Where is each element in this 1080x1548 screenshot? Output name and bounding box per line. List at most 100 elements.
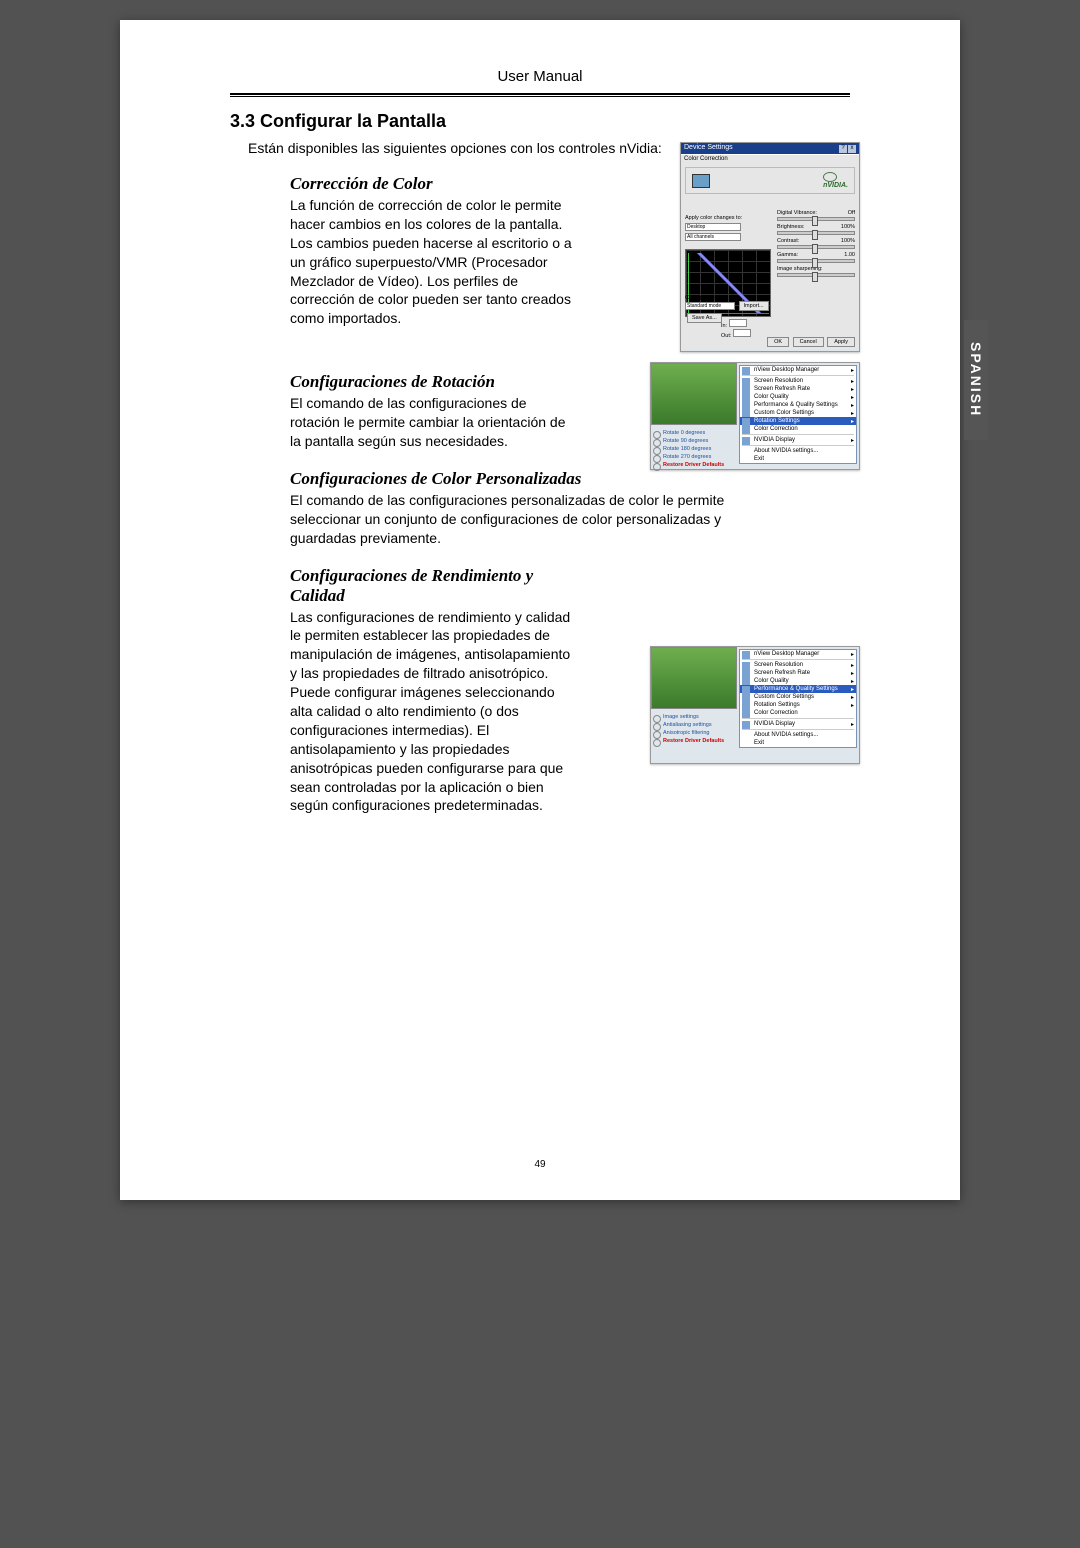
menu-item[interactable]: Exit	[740, 455, 856, 463]
menu-item[interactable]: Rotation Settings▸	[740, 701, 856, 709]
page-number: 49	[120, 1159, 960, 1170]
cancel-button[interactable]: Cancel	[793, 337, 824, 347]
menu-item[interactable]: Performance & Quality Settings▸	[740, 401, 856, 409]
profile-select[interactable]: Standard mode	[685, 302, 735, 310]
out-label: Out:	[721, 333, 731, 339]
apply-button[interactable]: Apply	[827, 337, 855, 347]
sharpen-slider[interactable]	[777, 273, 855, 277]
menu-item[interactable]: nView Desktop Manager▸	[740, 650, 856, 658]
dialog-footer-buttons: OK Cancel Apply	[765, 337, 855, 347]
dialog-tab[interactable]: Color Correction	[681, 154, 859, 163]
list-item[interactable]: Rotate 0 degrees	[653, 429, 739, 437]
ok-button[interactable]: OK	[767, 337, 789, 347]
contrast-slider[interactable]	[777, 245, 855, 249]
figure-perf-quality-menu: Image settings Antialiasing settings Ani…	[650, 646, 860, 764]
block-perf-quality: Configuraciones de Rendimiento y Calidad…	[290, 566, 850, 816]
desktop-preview	[651, 647, 737, 709]
menu-icon	[742, 710, 750, 718]
block-color-correction: Corrección de Color La función de correc…	[290, 174, 850, 328]
dialog-title-text: Device Settings	[684, 144, 733, 153]
header-rule	[230, 93, 850, 97]
list-item[interactable]: Anisotropic filtering	[653, 729, 739, 737]
manual-page: User Manual 3.3 Configurar la Pantalla E…	[120, 20, 960, 1200]
list-item-restore[interactable]: Restore Driver Defaults	[653, 737, 739, 745]
gamma-label: Gamma:	[777, 252, 798, 258]
figure-device-settings-dialog: Device Settings ?x Color Correction nVID…	[680, 142, 860, 352]
menu-item[interactable]: NVIDIA Display▸	[740, 720, 856, 728]
save-as-button[interactable]: Save As...	[687, 313, 722, 323]
body-color-correction: La función de corrección de color le per…	[290, 196, 580, 328]
gamma-slider[interactable]	[777, 259, 855, 263]
brightness-label: Brightness:	[777, 224, 805, 230]
apply-target-select[interactable]: Desktop	[685, 223, 741, 231]
menu-item[interactable]: Color Correction	[740, 709, 856, 717]
menu-item[interactable]: About NVIDIA settings...	[740, 731, 856, 739]
dialog-body: nVIDIA. Apply color changes to: Desktop …	[681, 163, 859, 349]
list-item[interactable]: Rotate 270 degrees	[653, 453, 739, 461]
menu-item[interactable]: Custom Color Settings▸	[740, 409, 856, 417]
menu-item[interactable]: Screen Resolution▸	[740, 661, 856, 669]
import-button[interactable]: Import...	[739, 301, 769, 311]
dialog-sliders: Digital Vibrance: Off Brightness: 100% C…	[777, 207, 855, 280]
dv-value: Off	[848, 210, 855, 216]
menu-item-highlighted[interactable]: Rotation Settings▸	[740, 417, 856, 425]
menu-icon	[742, 426, 750, 434]
block-custom-color: Configuraciones de Color Personalizadas …	[290, 469, 850, 548]
menu-item[interactable]: Screen Refresh Rate▸	[740, 669, 856, 677]
context-menu-perf: nView Desktop Manager▸ Screen Resolution…	[739, 649, 857, 748]
window-buttons: ?x	[838, 144, 856, 153]
channel-select[interactable]: All channels	[685, 233, 741, 241]
menu-item[interactable]: Screen Refresh Rate▸	[740, 385, 856, 393]
section-title: 3.3 Configurar la Pantalla	[230, 111, 850, 132]
close-icon[interactable]: x	[848, 145, 856, 153]
profile-label: Color profile:	[685, 295, 716, 301]
list-item[interactable]: Antialiasing settings	[653, 721, 739, 729]
menu-item[interactable]: About NVIDIA settings...	[740, 447, 856, 455]
gamma-value: 1.00	[844, 252, 855, 258]
rotation-side-list: Rotate 0 degrees Rotate 90 degrees Rotat…	[653, 429, 739, 469]
contrast-value: 100%	[841, 238, 855, 244]
perf-side-list: Image settings Antialiasing settings Ani…	[653, 713, 739, 745]
menu-icon	[742, 651, 750, 659]
menu-icon	[742, 437, 750, 445]
menu-icon	[742, 721, 750, 729]
menu-item[interactable]: Color Quality▸	[740, 677, 856, 685]
context-menu-rotation: nView Desktop Manager▸ Screen Resolution…	[739, 365, 857, 464]
contrast-label: Contrast:	[777, 238, 799, 244]
subtitle-color-correction: Corrección de Color	[290, 174, 580, 194]
dv-slider[interactable]	[777, 217, 855, 221]
list-item[interactable]: Rotate 180 degrees	[653, 445, 739, 453]
desktop-preview	[651, 363, 737, 425]
list-item[interactable]: Image settings	[653, 713, 739, 721]
menu-item[interactable]: Custom Color Settings▸	[740, 693, 856, 701]
in-label: In:	[721, 323, 727, 329]
body-rotation: El comando de las configuraciones de rot…	[290, 394, 580, 451]
menu-item[interactable]: Color Correction	[740, 425, 856, 433]
menu-item[interactable]: Color Quality▸	[740, 393, 856, 401]
language-side-tab: SPANISH	[964, 320, 988, 440]
nvidia-logo-text: nVIDIA.	[823, 182, 848, 189]
menu-item[interactable]: Exit	[740, 739, 856, 747]
list-item[interactable]: Rotate 90 degrees	[653, 437, 739, 445]
subtitle-custom-color: Configuraciones de Color Personalizadas	[290, 469, 770, 489]
nvidia-eye-icon	[823, 172, 837, 182]
body-perf-quality: Las configuraciones de rendimiento y cal…	[290, 608, 580, 816]
page-header: User Manual	[230, 68, 850, 91]
menu-item-highlighted[interactable]: Performance & Quality Settings▸	[740, 685, 856, 693]
apply-changes-to-label: Apply color changes to:	[685, 215, 765, 221]
out-field[interactable]	[733, 329, 751, 337]
color-profile-row: Color profile: Standard mode Import... S…	[685, 295, 769, 323]
dv-label: Digital Vibrance:	[777, 210, 817, 216]
help-icon[interactable]: ?	[839, 145, 847, 153]
menu-item[interactable]: NVIDIA Display▸	[740, 436, 856, 444]
block-rotation: Configuraciones de Rotación El comando d…	[290, 372, 850, 451]
menu-item[interactable]: Screen Resolution▸	[740, 377, 856, 385]
dialog-logo-row: nVIDIA.	[685, 167, 855, 194]
figure-rotation-menu: Rotate 0 degrees Rotate 90 degrees Rotat…	[650, 362, 860, 470]
dialog-titlebar: Device Settings ?x	[681, 143, 859, 154]
dialog-left-controls: Apply color changes to: Desktop All chan…	[685, 215, 765, 243]
menu-icon	[742, 367, 750, 375]
menu-item[interactable]: nView Desktop Manager▸	[740, 366, 856, 374]
brightness-slider[interactable]	[777, 231, 855, 235]
brightness-value: 100%	[841, 224, 855, 230]
